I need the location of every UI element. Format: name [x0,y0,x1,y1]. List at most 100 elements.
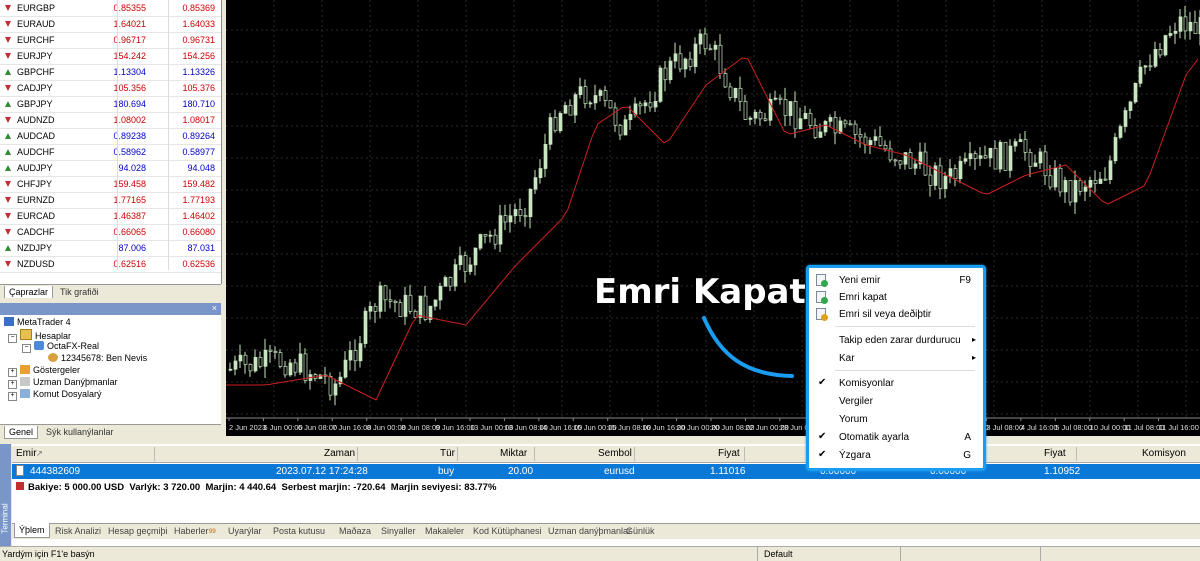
candle-body [378,285,383,312]
col-type[interactable]: Tür [440,448,455,459]
market-watch-row[interactable]: EURJPY 154.242 154.256 [0,49,221,65]
menu-profit[interactable]: Kar ▸ [809,350,983,367]
candle-body [1173,30,1178,34]
menu-grid[interactable]: ✔ Ýzgara G [809,447,983,464]
candle-body [758,111,763,120]
candle-body [783,99,788,116]
market-watch-row[interactable]: AUDJPY 94.028 94.048 [0,161,221,177]
tab-alerts[interactable]: Uyarýlar [228,526,262,536]
symbol-name: NZDUSD [17,259,55,269]
menu-new-order[interactable]: Yeni emir F9 [809,272,983,289]
candle-body [488,234,493,237]
expand-icon[interactable]: + [8,380,17,389]
symbol-name: AUDJPY [17,163,53,173]
nav-experts[interactable]: + Uzman Danýþmanlar [8,377,118,389]
candle-body [548,117,553,145]
menu-close-order[interactable]: Emri kapat [809,289,983,306]
tab-risk[interactable]: Risk Analizi [55,526,101,536]
menu-trailing-stop[interactable]: Takip eden zarar durdurucu ▸ [809,332,983,349]
col-time[interactable]: Zaman [324,448,355,459]
order-row[interactable]: 444382609 2023.07.12 17:24:28 buy 20.00 … [12,464,1200,479]
navigator-tabs: Genel Sýk kullanýlanlar [0,424,221,439]
candle-body [283,365,288,376]
market-watch-row[interactable]: AUDNZD 1.08002 1.08017 [0,113,221,129]
col-size[interactable]: Miktar [500,448,527,459]
candle-body [938,165,943,190]
tab-general[interactable]: Genel [4,426,39,439]
col-commission[interactable]: Komisyon [1142,448,1186,459]
candle-body [698,33,703,45]
candle-body [908,152,913,169]
arrow-up-icon [5,149,11,155]
tab-mailbox[interactable]: Posta kutusu [273,526,325,536]
close-icon[interactable]: × [212,303,217,313]
order-symbol: eurusd [604,466,635,477]
submenu-arrow-icon: ▸ [971,335,976,344]
market-watch-row[interactable]: CADCHF 0.66065 0.66080 [0,225,221,241]
market-watch-row[interactable]: NZDUSD 0.62516 0.62536 [0,257,221,273]
col-price[interactable]: Fiyat [718,448,740,459]
market-watch-row[interactable]: EURCHF 0.96717 0.96731 [0,33,221,49]
candle-body [483,234,488,237]
candle-body [878,136,883,146]
market-watch-row[interactable]: NZDJPY 87.006 87.031 [0,241,221,257]
tab-history[interactable]: Hesap geçmiþi [108,526,168,536]
candle-body [1188,21,1193,32]
menu-taxes[interactable]: Vergiler [809,393,983,410]
menu-comment[interactable]: Yorum [809,411,983,428]
nav-account[interactable]: 12345678: Ben Nevis [48,353,147,363]
expand-icon[interactable]: + [8,392,17,401]
market-watch-row[interactable]: AUDCHF 0.58962 0.58977 [0,145,221,161]
tab-trade[interactable]: Ýþlem [14,523,50,538]
nav-server[interactable]: − OctaFX-Real [22,341,99,353]
menu-commissions[interactable]: ✔ Komisyonlar [809,375,983,392]
tab-experts[interactable]: Uzman danýþmanlar [548,526,631,536]
market-watch-row[interactable]: EURGBP 0.85355 0.85369 [0,1,221,17]
candle-body [343,359,348,378]
candle-body [1028,152,1033,167]
tab-journal[interactable]: Günlük [626,526,655,536]
tab-favorites[interactable]: Sýk kullanýlanlar [42,426,118,438]
tab-market[interactable]: Maðaza [339,526,371,536]
bid-price: 0.66065 [113,227,146,237]
market-watch-row[interactable]: GBPJPY 180.694 180.710 [0,97,221,113]
market-watch-row[interactable]: CADJPY 105.356 105.376 [0,81,221,97]
market-watch-row[interactable]: EURNZD 1.77165 1.77193 [0,193,221,209]
menu-modify-order[interactable]: Emri sil veya deðiþtir [809,306,983,323]
news-badge: 99 [209,529,216,535]
candle-body [458,255,463,266]
tab-code-base[interactable]: Kod Kütüphanesi [473,526,542,536]
candle-body [1018,139,1023,142]
market-watch-row[interactable]: EURAUD 1.64021 1.64033 [0,17,221,33]
candle-body [1138,66,1143,84]
col-current-price[interactable]: Fiyat [1044,448,1066,459]
x-axis-label: 3 Jul 08:00 [986,423,1023,432]
candle-body [848,123,853,126]
nav-root[interactable]: MetaTrader 4 [4,317,71,327]
collapse-icon[interactable]: − [22,344,31,353]
market-watch-row[interactable]: EURCAD 1.46387 1.46402 [0,209,221,225]
market-watch-row[interactable]: AUDCAD 0.89238 0.89264 [0,129,221,145]
tab-news[interactable]: Haberler [174,526,209,536]
candle-body [708,48,713,51]
tab-tick-chart[interactable]: Tik grafiði [56,286,103,298]
nav-scripts[interactable]: + Komut Dosyalarý [8,389,102,401]
ask-price: 159.482 [182,179,215,189]
market-watch-row[interactable]: CHFJPY 159.458 159.482 [0,177,221,193]
col-symbol[interactable]: Sembol [598,448,632,459]
menu-auto-arrange[interactable]: ✔ Otomatik ayarla A [809,429,983,446]
candle-body [678,53,683,70]
tab-articles[interactable]: Makaleler [425,526,464,536]
bid-price: 0.96717 [113,35,146,45]
collapse-icon[interactable]: − [8,334,17,343]
candle-body [293,362,298,373]
col-order[interactable]: Emir [16,448,37,459]
expand-icon[interactable]: + [8,368,17,377]
candle-body [1003,141,1008,171]
candle-body [463,255,468,272]
order-price: 1.11016 [710,466,746,477]
market-watch-row[interactable]: GBPCHF 1.13304 1.13326 [0,65,221,81]
nav-indicators[interactable]: + Göstergeler [8,365,80,377]
candle-body [853,123,858,135]
tab-signals[interactable]: Sinyaller [381,526,416,536]
